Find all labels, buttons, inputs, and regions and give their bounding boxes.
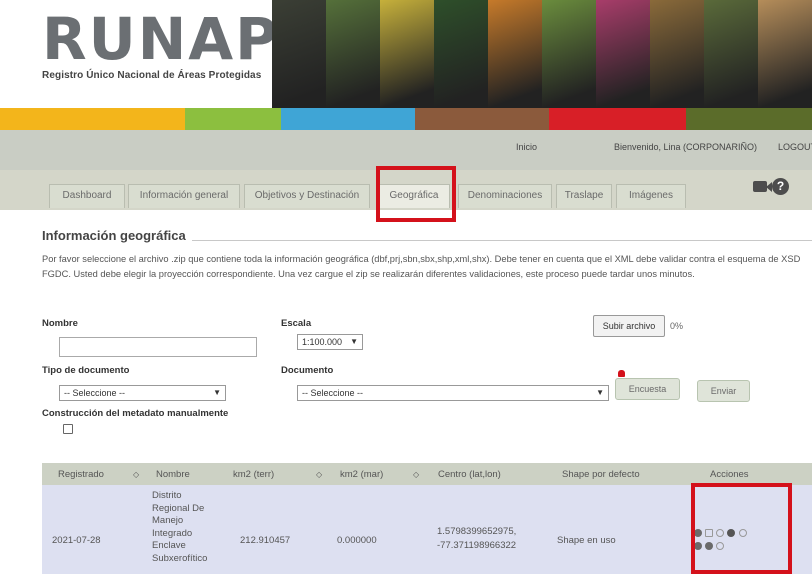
- tab-informacion-general[interactable]: Información general: [128, 184, 240, 208]
- nombre-line: Integrado: [152, 527, 193, 539]
- site-header: RUNAP Registro Único Nacional de Áreas P…: [0, 0, 812, 108]
- color-stripe-segment: [0, 108, 185, 130]
- cell-nombre: Distrito Regional De Manejo Integrado En…: [152, 490, 207, 565]
- nombre-line: Regional De: [152, 502, 205, 514]
- col-shape-defecto[interactable]: Shape por defecto: [562, 469, 640, 480]
- cell-shape-defecto: Shape en uso: [557, 535, 616, 546]
- escala-value: 1:100.000: [302, 337, 343, 347]
- banner-photo-segment: [380, 0, 434, 108]
- nombre-input[interactable]: [59, 337, 257, 357]
- upload-progress: 0%: [670, 321, 684, 331]
- logo-subtitle: Registro Único Nacional de Áreas Protegi…: [42, 70, 262, 81]
- upload-file-button[interactable]: Subir archivo: [593, 315, 665, 337]
- nombre-line: Enclave: [152, 540, 186, 551]
- runap-logo[interactable]: RUNAP Registro Único Nacional de Áreas P…: [42, 8, 280, 81]
- nombre-line: Manejo: [152, 515, 184, 526]
- bell-icon: [618, 370, 625, 377]
- sort-icon[interactable]: ◇: [133, 470, 139, 479]
- tab-objetivos-destinacion[interactable]: Objetivos y Destinación: [244, 184, 370, 208]
- escala-select[interactable]: 1:100.000 ▼: [297, 334, 363, 350]
- color-stripe-segment: [686, 108, 812, 130]
- top-nav-bar: Inicio Bienvenido, Lina (CORPONARIÑO) LO…: [0, 130, 812, 170]
- banner-photo-segment: [596, 0, 650, 108]
- sort-icon[interactable]: ◇: [413, 470, 419, 479]
- nombre-line: Subxerofítico: [152, 552, 208, 564]
- nav-inicio-link[interactable]: Inicio: [516, 142, 537, 152]
- welcome-user-text: Bienvenido, Lina (CORPONARIÑO): [614, 142, 758, 152]
- color-stripe-segment: [549, 108, 686, 130]
- table-header: Registrado ◇ Nombre km2 (terr) ◇ km2 (ma…: [42, 463, 812, 485]
- banner-photo-segment: [488, 0, 542, 108]
- cell-km2-terr: 212.910457: [240, 535, 291, 546]
- cell-centro-lat: 1.5798399652975,: [437, 526, 517, 537]
- nombre-label: Nombre: [42, 318, 78, 329]
- color-stripe: [0, 108, 812, 130]
- metadata-manual-checkbox[interactable]: [63, 424, 73, 434]
- metadata-manual-label: Construcción del metadato manualmente: [42, 408, 229, 419]
- sort-icon[interactable]: ◇: [316, 470, 322, 479]
- documento-select[interactable]: -- Seleccione -- ▼: [297, 385, 609, 401]
- banner-photo-segment: [650, 0, 704, 108]
- nature-photo-banner: [272, 0, 812, 108]
- chevron-down-icon: ▼: [596, 388, 604, 397]
- tipo-documento-label: Tipo de documento: [42, 365, 130, 376]
- color-stripe-segment: [415, 108, 549, 130]
- logo-text: RUNAP: [42, 5, 280, 73]
- col-registrado[interactable]: Registrado: [58, 469, 104, 480]
- col-km2-terr[interactable]: km2 (terr): [233, 469, 274, 480]
- video-camera-icon[interactable]: [753, 181, 772, 192]
- chevron-down-icon: ▼: [350, 337, 358, 346]
- banner-photo-segment: [434, 0, 488, 108]
- banner-photo-segment: [704, 0, 758, 108]
- tab-imagenes[interactable]: Imágenes: [616, 184, 686, 208]
- documento-label: Documento: [281, 365, 334, 376]
- tipo-documento-value: -- Seleccione --: [64, 388, 126, 398]
- cell-km2-mar: 0.000000: [337, 535, 377, 546]
- cell-registrado: 2021-07-28: [52, 535, 101, 546]
- enviar-button[interactable]: Enviar: [697, 380, 750, 402]
- col-acciones: Acciones: [710, 469, 749, 480]
- encuesta-button[interactable]: Encuesta: [615, 378, 680, 400]
- tipo-documento-select[interactable]: -- Seleccione -- ▼: [59, 385, 226, 401]
- col-nombre[interactable]: Nombre: [156, 469, 190, 480]
- documento-value: -- Seleccione --: [302, 388, 364, 398]
- banner-photo-segment: [542, 0, 596, 108]
- col-km2-mar[interactable]: km2 (mar): [340, 469, 383, 480]
- col-centro[interactable]: Centro (lat,lon): [438, 469, 501, 480]
- color-stripe-segment: [281, 108, 415, 130]
- escala-label: Escala: [281, 318, 312, 329]
- nombre-line: Distrito: [152, 490, 182, 501]
- tab-denominaciones[interactable]: Denominaciones: [458, 184, 552, 208]
- help-icon[interactable]: ?: [772, 178, 789, 195]
- banner-photo-segment: [272, 0, 326, 108]
- logout-link[interactable]: LOGOUT: [778, 142, 812, 152]
- geografica-tab-highlight: [376, 166, 456, 222]
- actions-highlight: [691, 483, 792, 574]
- tab-dashboard[interactable]: Dashboard: [49, 184, 125, 208]
- cell-centro-lon: -77.371198966322: [437, 540, 517, 551]
- section-title: Información geográfica: [42, 228, 192, 243]
- section-description: Por favor seleccione el archivo .zip que…: [42, 254, 801, 279]
- chevron-down-icon: ▼: [213, 388, 221, 397]
- tab-traslape[interactable]: Traslape: [556, 184, 612, 208]
- color-stripe-segment: [185, 108, 281, 130]
- banner-photo-segment: [758, 0, 812, 108]
- banner-photo-segment: [326, 0, 380, 108]
